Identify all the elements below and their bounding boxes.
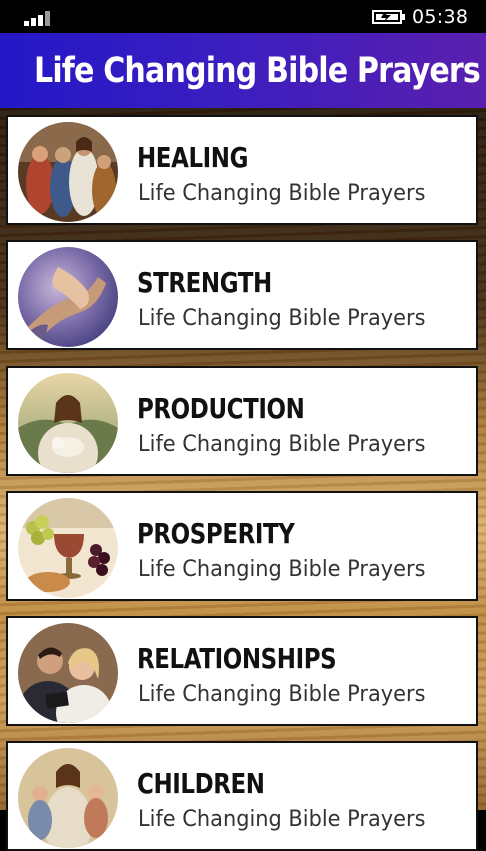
list-item-production[interactable]: Production Life Changing Bible Prayers — [6, 366, 478, 476]
app-title: Life Changing Bible Prayers — [34, 51, 481, 91]
list-item-subtitle: Life Changing Bible Prayers — [138, 432, 426, 457]
list-item-title: Children — [137, 767, 265, 800]
clock: 05:38 — [412, 6, 469, 28]
prayer-list: Healing Life Changing Bible Prayers Stre… — [0, 108, 486, 851]
list-item-prosperity[interactable]: Prosperity Life Changing Bible Prayers — [6, 491, 478, 601]
list-item-subtitle: Life Changing Bible Prayers — [138, 807, 426, 832]
list-item-subtitle: Life Changing Bible Prayers — [138, 682, 426, 707]
jesus-with-children-image — [18, 748, 118, 848]
list-item-title: Relationships — [137, 642, 337, 675]
app-header: Life Changing Bible Prayers — [0, 33, 486, 108]
list-item-subtitle: Life Changing Bible Prayers — [138, 306, 426, 331]
list-item-subtitle: Life Changing Bible Prayers — [138, 181, 426, 206]
jesus-healing-crowd-image — [18, 122, 118, 222]
signal-strength-icon — [24, 8, 54, 26]
couple-reading-bible-image — [18, 623, 118, 723]
list-item-healing[interactable]: Healing Life Changing Bible Prayers — [6, 115, 478, 225]
list-item-title: Healing — [137, 141, 249, 174]
list-item-title: Strength — [137, 266, 272, 299]
list-item-strength[interactable]: Strength Life Changing Bible Prayers — [6, 240, 478, 350]
status-bar: 05:38 — [0, 0, 486, 33]
list-item-relationships[interactable]: Relationships Life Changing Bible Prayer… — [6, 616, 478, 726]
battery-charging-icon — [372, 10, 405, 24]
list-item-title: Prosperity — [137, 517, 295, 550]
list-item-children[interactable]: Children Life Changing Bible Prayers — [6, 741, 478, 851]
clasped-hands-image — [18, 247, 118, 347]
list-item-title: Production — [137, 392, 305, 425]
jesus-holding-lamb-image — [18, 373, 118, 473]
wine-grapes-bread-image — [18, 498, 118, 598]
list-item-subtitle: Life Changing Bible Prayers — [138, 557, 426, 582]
